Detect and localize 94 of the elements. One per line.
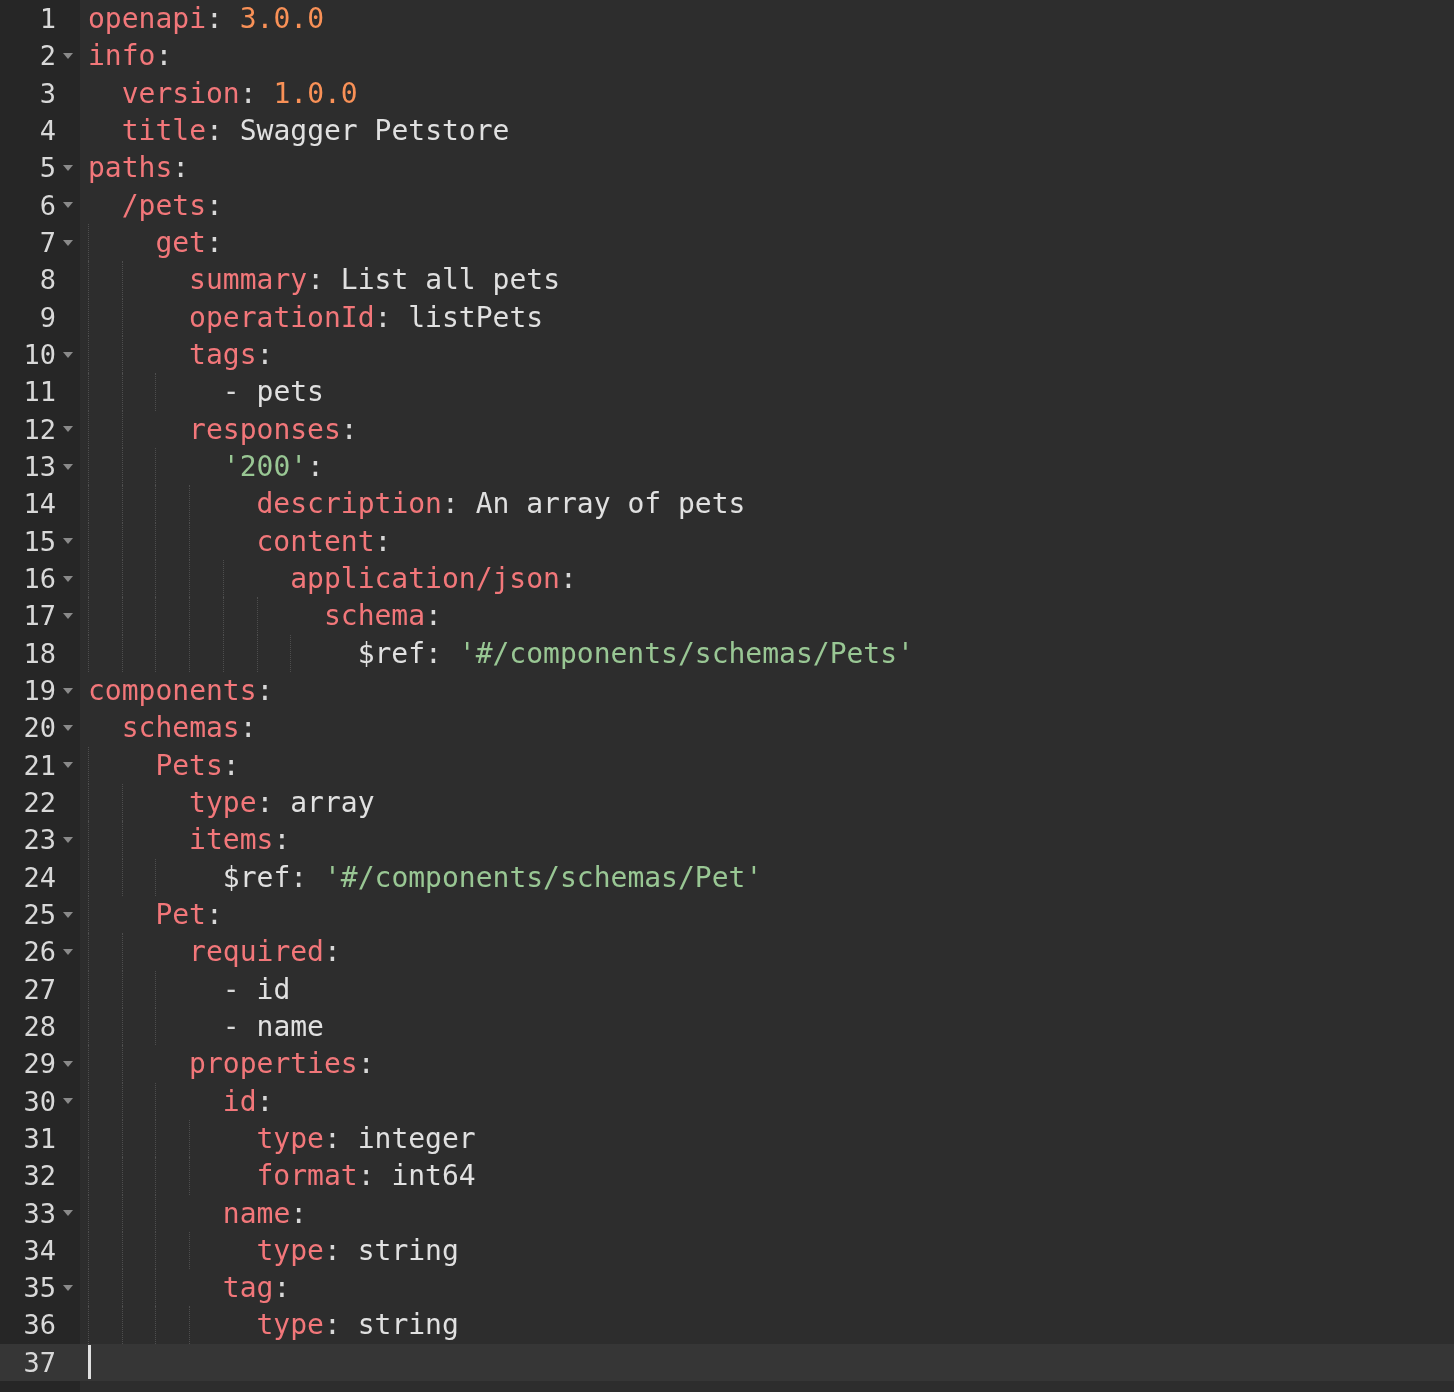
code-line: type: string bbox=[256, 1232, 459, 1269]
line-number: 26 bbox=[22, 935, 56, 970]
code-line: type: string bbox=[256, 1307, 459, 1344]
code-line: schemas: bbox=[121, 710, 257, 747]
line-number: 15 bbox=[22, 524, 56, 559]
code-line: Pets: bbox=[155, 747, 240, 784]
fold-arrow-icon[interactable] bbox=[63, 351, 73, 358]
fold-arrow-icon[interactable] bbox=[63, 687, 73, 694]
line-number: 22 bbox=[22, 785, 56, 820]
fold-arrow-icon[interactable] bbox=[63, 724, 73, 731]
line-number: 4 bbox=[38, 114, 56, 148]
line-number: 36 bbox=[22, 1308, 56, 1343]
line-number: 20 bbox=[22, 711, 56, 746]
fold-arrow-icon[interactable] bbox=[63, 575, 73, 582]
line-number: 14 bbox=[22, 487, 56, 522]
line-number: 34 bbox=[22, 1233, 56, 1268]
line-number: 29 bbox=[22, 1047, 56, 1082]
text-cursor bbox=[88, 1345, 91, 1380]
code-line: content: bbox=[256, 523, 392, 560]
fold-arrow-icon[interactable] bbox=[63, 53, 73, 59]
code-line: title: Swagger Petstore bbox=[121, 113, 510, 149]
code-line: tag: bbox=[222, 1270, 291, 1307]
code-line: responses: bbox=[189, 411, 358, 448]
code-line: application/json: bbox=[290, 560, 577, 597]
line-number: 28 bbox=[22, 1009, 56, 1044]
code-line: type: array bbox=[189, 784, 375, 821]
code-line: $ref: '#/components/schemas/Pets' bbox=[357, 635, 914, 672]
fold-arrow-icon[interactable] bbox=[63, 164, 73, 171]
line-number: 6 bbox=[38, 188, 56, 223]
fold-arrow-icon[interactable] bbox=[63, 1060, 73, 1067]
line-number: 3 bbox=[38, 76, 56, 111]
line-number: 17 bbox=[22, 599, 56, 634]
code-line: get: bbox=[155, 224, 223, 261]
code-line: required: bbox=[189, 934, 341, 971]
code-line: format: int64 bbox=[256, 1158, 476, 1195]
code-line: schema: bbox=[323, 598, 442, 635]
line-number: 19 bbox=[22, 673, 56, 708]
line-number: 8 bbox=[38, 263, 56, 298]
fold-arrow-icon[interactable] bbox=[63, 762, 73, 769]
line-number: 5 bbox=[38, 151, 56, 186]
line-number: 24 bbox=[22, 860, 56, 895]
code-line: - id bbox=[222, 971, 291, 1008]
line-number: 37 bbox=[22, 1345, 56, 1380]
line-number: 35 bbox=[22, 1271, 56, 1306]
fold-arrow-icon[interactable] bbox=[63, 1284, 73, 1291]
line-number: 11 bbox=[22, 375, 56, 410]
fold-arrow-icon[interactable] bbox=[63, 948, 73, 955]
fold-arrow-icon[interactable] bbox=[63, 836, 73, 843]
line-number: 33 bbox=[22, 1196, 56, 1231]
line-number: 18 bbox=[22, 636, 56, 671]
line-number: 25 bbox=[22, 897, 56, 932]
code-line: description: An array of pets bbox=[256, 486, 746, 523]
code-line: properties: bbox=[189, 1046, 375, 1083]
code-line: name: bbox=[222, 1195, 308, 1232]
line-number: 16 bbox=[22, 561, 56, 596]
code-line: operationId: listPets bbox=[189, 299, 544, 336]
fold-arrow-icon[interactable] bbox=[63, 426, 73, 433]
line-number: 9 bbox=[38, 300, 56, 335]
code-line: version: 1.0.0 bbox=[121, 75, 358, 112]
line-number: 31 bbox=[22, 1121, 56, 1156]
line-number: 30 bbox=[22, 1084, 56, 1119]
code-line: $ref: '#/components/schemas/Pet' bbox=[222, 859, 763, 896]
code-line: type: integer bbox=[256, 1120, 476, 1157]
fold-arrow-icon[interactable] bbox=[63, 1098, 73, 1105]
code-line: '200': bbox=[222, 448, 324, 485]
code-line: items: bbox=[189, 822, 291, 859]
line-number: 1 bbox=[38, 2, 56, 36]
code-line: - pets bbox=[222, 374, 324, 411]
code-line: components: bbox=[88, 672, 274, 709]
line-number: 13 bbox=[22, 449, 56, 484]
fold-arrow-icon[interactable] bbox=[63, 1210, 73, 1217]
code-line: info: bbox=[88, 38, 173, 75]
line-number: 7 bbox=[38, 225, 56, 260]
line-number: 23 bbox=[22, 823, 56, 858]
code-line: summary: List all pets bbox=[189, 262, 560, 299]
fold-arrow-icon[interactable] bbox=[63, 202, 73, 209]
code-line: tags: bbox=[189, 336, 274, 373]
fold-arrow-icon[interactable] bbox=[63, 463, 73, 470]
code-line: paths: bbox=[88, 150, 190, 187]
line-number: 21 bbox=[22, 748, 56, 783]
code-line: - name bbox=[222, 1008, 324, 1045]
line-number: 32 bbox=[22, 1159, 56, 1194]
code-line: openapi: 3.0.0 bbox=[88, 1, 325, 37]
code-line: /pets: bbox=[121, 187, 223, 224]
code-line: id: bbox=[222, 1083, 274, 1120]
fold-arrow-icon[interactable] bbox=[63, 538, 73, 545]
line-number: 2 bbox=[38, 39, 56, 74]
line-number: 27 bbox=[22, 972, 56, 1007]
code-line: Pet: bbox=[155, 896, 223, 933]
fold-arrow-icon[interactable] bbox=[63, 911, 73, 918]
line-number: 10 bbox=[22, 337, 56, 372]
fold-arrow-icon[interactable] bbox=[63, 239, 73, 246]
fold-arrow-icon[interactable] bbox=[63, 612, 73, 619]
line-number: 12 bbox=[22, 412, 56, 447]
